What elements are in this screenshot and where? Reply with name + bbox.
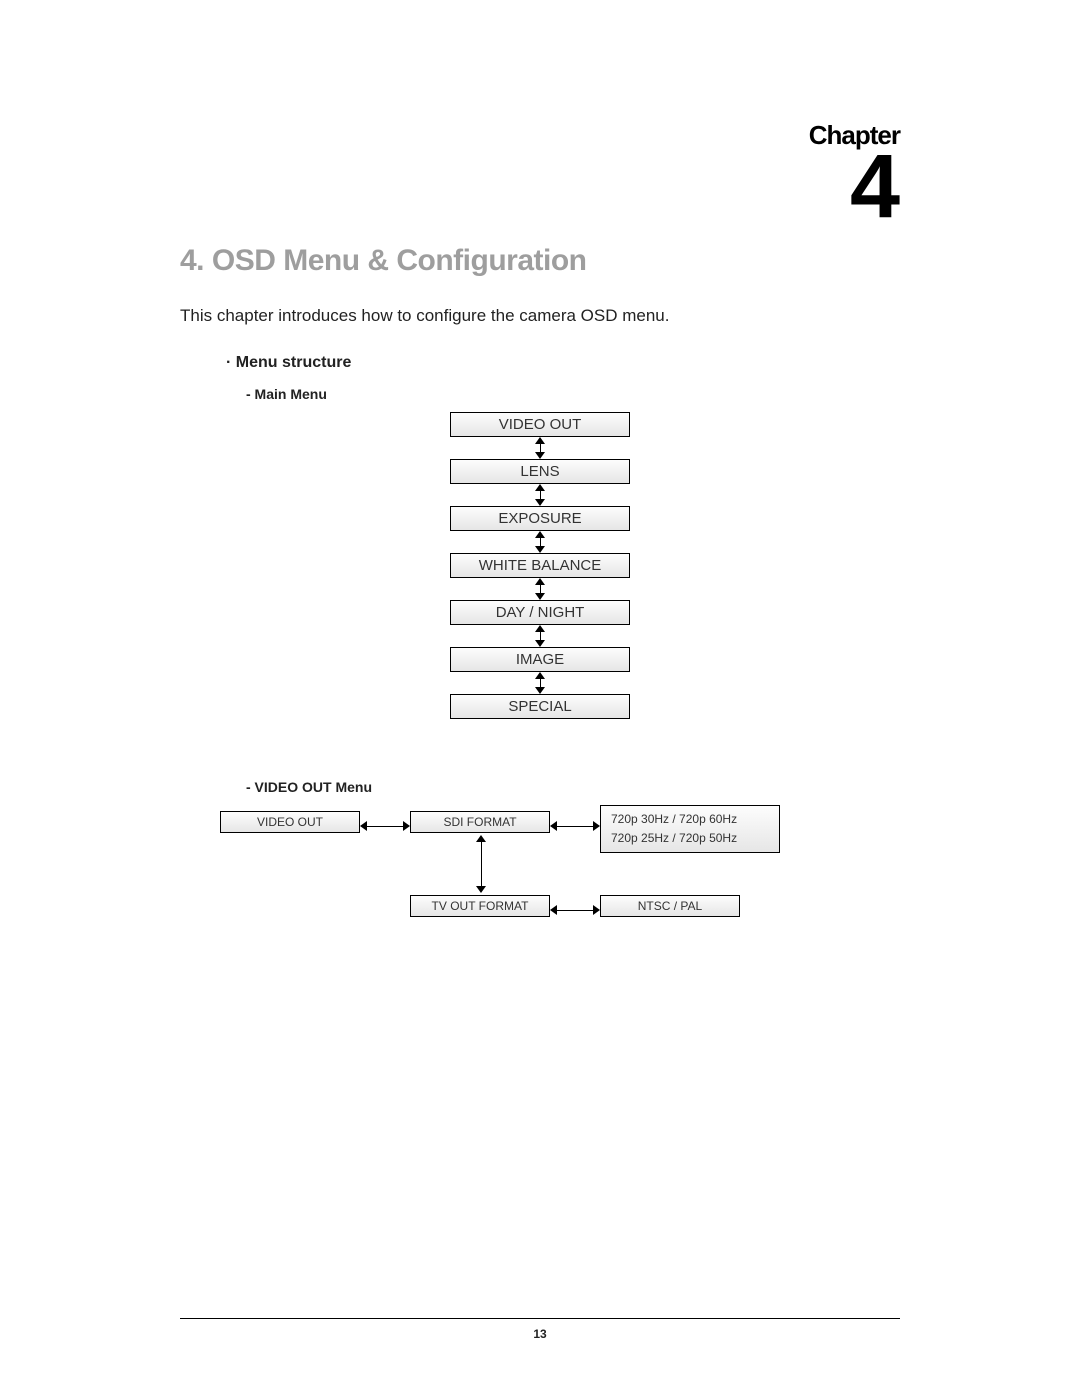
menu-item-lens: LENS [450,459,630,484]
menu-item-white-balance: WHITE BALANCE [450,553,630,578]
menu-item-day-night: DAY / NIGHT [450,600,630,625]
connector-horizontal [550,905,600,915]
chapter-number: 4 [180,147,900,228]
connector-vertical [535,484,545,506]
vo-root: VIDEO OUT [220,811,360,833]
vo-sdi-format: SDI FORMAT [410,811,550,833]
video-out-flow: VIDEO OUT SDI FORMAT 720p 30Hz / 720p 60… [220,805,860,965]
section-menu-structure: · Menu structure [226,354,900,372]
connector-vertical [535,437,545,459]
footer-rule [180,1318,900,1319]
menu-item-special: SPECIAL [450,694,630,719]
main-menu-heading: - Main Menu [246,386,900,402]
menu-item-video-out: VIDEO OUT [450,412,630,437]
menu-item-exposure: EXPOSURE [450,506,630,531]
vo-sdi-opt-line2: 720p 25Hz / 720p 50Hz [611,829,769,848]
menu-item-image: IMAGE [450,647,630,672]
connector-vertical [535,578,545,600]
page-title: 4. OSD Menu & Configuration [180,244,900,278]
connector-vertical [535,625,545,647]
section-title-text: Menu structure [236,354,352,371]
page-number: 13 [0,1327,1080,1341]
vo-tv-out-format: TV OUT FORMAT [410,895,550,917]
connector-vertical [535,672,545,694]
intro-text: This chapter introduces how to configure… [180,306,900,326]
connector-horizontal [360,821,410,831]
bullet-dot: · [226,354,231,371]
vo-sdi-options: 720p 30Hz / 720p 60Hz 720p 25Hz / 720p 5… [600,805,780,853]
vo-sdi-opt-line1: 720p 30Hz / 720p 60Hz [611,810,769,829]
connector-vertical [476,835,486,893]
video-out-heading: - VIDEO OUT Menu [246,779,900,795]
connector-horizontal [550,821,600,831]
main-menu-flow: VIDEO OUT LENS EXPOSURE WHITE BALANCE DA… [180,412,900,719]
vo-tv-options: NTSC / PAL [600,895,740,917]
connector-vertical [535,531,545,553]
